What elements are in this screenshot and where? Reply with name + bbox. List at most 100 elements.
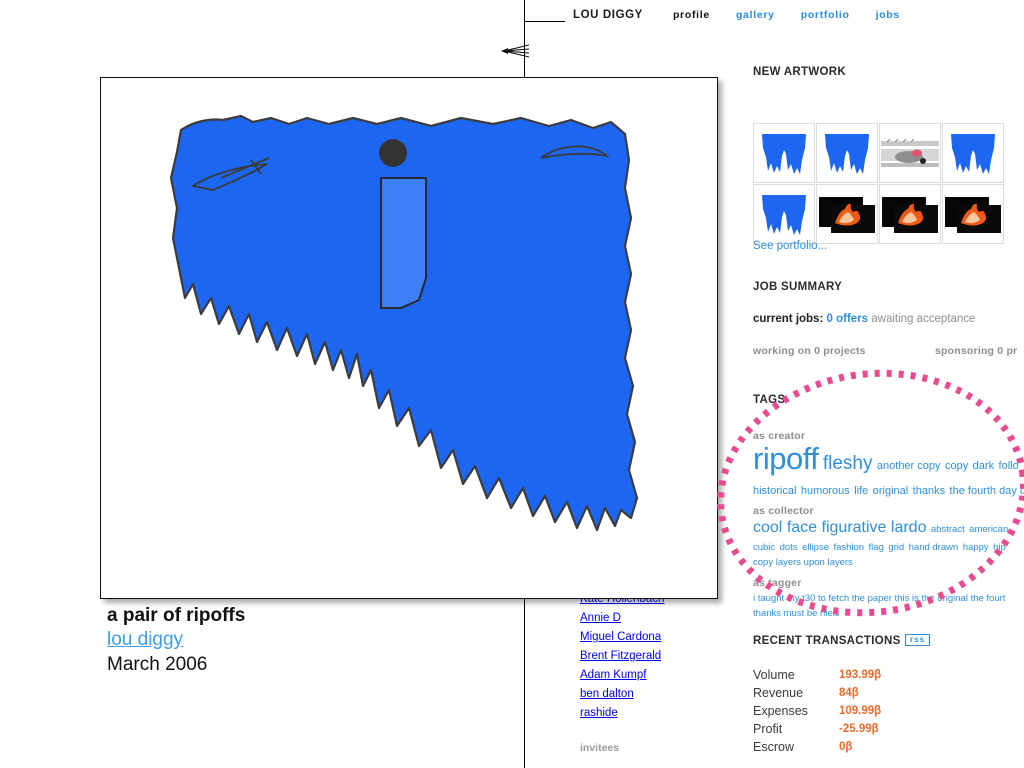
- artwork-author-link[interactable]: lou diggy: [107, 629, 183, 650]
- list-item[interactable]: rashide: [580, 704, 730, 723]
- denim-shorts-artwork: [169, 114, 639, 532]
- tag-ellipse[interactable]: ellipse: [802, 542, 829, 553]
- table-row: Expenses 109.99β: [753, 702, 881, 720]
- tx-value: 193.99β: [839, 669, 882, 681]
- tag-flag[interactable]: flag: [869, 542, 884, 553]
- recent-transactions-heading: RECENT TRANSACTIONS: [753, 635, 901, 647]
- tag-lardo[interactable]: lardo: [891, 519, 927, 536]
- thumbnail-shorts[interactable]: [753, 184, 815, 244]
- tag-figurative[interactable]: figurative: [822, 519, 887, 536]
- tx-label: Volume: [753, 668, 795, 682]
- tx-label: Revenue: [753, 686, 804, 700]
- site-navigation: LOU DIGGY profile gallery portfolio jobs: [565, 6, 1024, 24]
- shorts-button: [379, 139, 407, 167]
- tag-american[interactable]: american: [969, 524, 1008, 535]
- tag-copy-layers[interactable]: copy layers upon layers: [753, 557, 853, 568]
- tx-value: -25.99β: [839, 723, 879, 735]
- tag-group-creator: as creator ripoff fleshy another copy co…: [753, 430, 1024, 499]
- list-item[interactable]: Miguel Cardona: [580, 628, 730, 647]
- tag-line: cubic dots ellipse fashion flag grid han…: [753, 539, 1024, 554]
- tag-cool[interactable]: cool: [753, 519, 782, 536]
- tag-face[interactable]: face: [787, 519, 817, 536]
- tag-happy[interactable]: happy: [963, 542, 989, 553]
- page-title: a pair of ripoffs: [107, 605, 246, 626]
- tag-group-label: as collector: [753, 505, 814, 517]
- tags-heading: TAGS: [753, 394, 786, 406]
- rss-button[interactable]: rss: [905, 634, 931, 646]
- shorts-fly-panel: [380, 177, 427, 309]
- thumbnail-flame[interactable]: [816, 184, 878, 244]
- contributor-list: Kate Hollenbach Annie D Miguel Cardona B…: [580, 590, 730, 758]
- tag-group-tagger: as tagger i taught my t30 to fetch the p…: [753, 577, 1024, 620]
- tag-taught-t30[interactable]: i taught my t30 to fetch the paper this …: [753, 593, 1005, 604]
- tag-fleshy[interactable]: fleshy: [823, 453, 873, 474]
- tag-group-collector: as collector cool face figurative lardo …: [753, 505, 1024, 569]
- tag-fashion[interactable]: fashion: [833, 542, 864, 553]
- awaiting-text: awaiting acceptance: [871, 313, 976, 325]
- tag-group-label: as tagger: [753, 577, 802, 589]
- tag-cubic[interactable]: cubic: [753, 542, 775, 553]
- tag-line: thanks must be niels: [753, 605, 1024, 620]
- tx-value: 109.99β: [839, 705, 882, 717]
- tag-life[interactable]: life: [854, 485, 868, 497]
- tag-copy[interactable]: copy: [945, 460, 968, 472]
- nav-item-profile[interactable]: profile: [673, 9, 710, 21]
- tx-value: 84β: [839, 687, 859, 699]
- tag-dots[interactable]: dots: [780, 542, 798, 553]
- thumbnail-shorts[interactable]: [753, 123, 815, 183]
- list-item[interactable]: Annie D: [580, 609, 730, 628]
- tag-grid[interactable]: grid: [888, 542, 904, 553]
- table-row: Escrow 0β: [753, 738, 881, 756]
- thumbnail-shorts[interactable]: [816, 123, 878, 183]
- tags-section: as creator ripoff fleshy another copy co…: [753, 430, 1024, 620]
- table-row: Revenue 84β: [753, 684, 881, 702]
- invitees-label: invitees: [580, 742, 620, 754]
- tag-another-copy[interactable]: another copy: [877, 460, 941, 472]
- tag-thanks-niels[interactable]: thanks must be niels: [753, 608, 840, 619]
- nav-item-portfolio[interactable]: portfolio: [801, 9, 850, 21]
- tag-ripoff[interactable]: ripoff: [753, 441, 819, 476]
- current-jobs-label: current jobs:: [753, 313, 824, 325]
- see-portfolio-link[interactable]: See portfolio...: [753, 240, 827, 252]
- artwork-window[interactable]: [100, 77, 718, 599]
- new-artwork-heading: NEW ARTWORK: [753, 66, 846, 78]
- tag-humorous[interactable]: humorous: [801, 485, 850, 497]
- list-item[interactable]: ben dalton: [580, 685, 730, 704]
- thumbnail-flame[interactable]: [879, 184, 941, 244]
- tx-label: Escrow: [753, 740, 794, 754]
- thumbnail-shorts[interactable]: [942, 123, 1004, 183]
- transactions-table: Volume 193.99β Revenue 84β Expenses 109.…: [753, 666, 881, 756]
- site-brand: LOU DIGGY: [573, 9, 643, 21]
- current-jobs-line: current jobs: 0 offers awaiting acceptan…: [753, 313, 975, 325]
- tag-hip[interactable]: hip: [993, 542, 1006, 553]
- thumbnail-flame[interactable]: [942, 184, 1004, 244]
- tag-historical[interactable]: historical: [753, 485, 796, 497]
- artwork-thumbnail-grid: [753, 123, 1024, 244]
- tag-hand-drawn[interactable]: hand drawn: [909, 542, 959, 553]
- nav-item-gallery[interactable]: gallery: [736, 9, 775, 21]
- table-row: Volume 193.99β: [753, 666, 881, 684]
- tag-original[interactable]: original: [873, 485, 908, 497]
- list-item[interactable]: Brent Fitzgerald: [580, 647, 730, 666]
- tx-label: Expenses: [753, 704, 808, 718]
- offers-count-value[interactable]: 0 offers: [827, 313, 869, 325]
- tag-abstract[interactable]: abstract: [931, 524, 965, 535]
- tag-follo[interactable]: follo: [999, 460, 1019, 472]
- tag-thanks[interactable]: thanks: [913, 485, 945, 497]
- tx-value: 0β: [839, 741, 853, 753]
- working-on-text: working on 0 projects: [753, 345, 866, 357]
- tag-line: copy layers upon layers: [753, 554, 1024, 569]
- table-row: Profit -25.99β: [753, 720, 881, 738]
- tag-fourth-day[interactable]: the fourth day of ma: [950, 485, 1024, 497]
- artwork-caption: a pair of ripoffs lou diggy March 2006: [107, 604, 527, 678]
- nav-item-jobs[interactable]: jobs: [876, 9, 900, 21]
- tag-line: historical humorous life original thanks…: [753, 482, 1024, 499]
- sponsoring-text: sponsoring 0 pr: [935, 345, 1018, 357]
- thumbnail-photo[interactable]: [879, 123, 941, 183]
- screenshot-canvas: LOU DIGGY profile gallery portfolio jobs…: [0, 0, 1024, 768]
- list-item[interactable]: Adam Kumpf: [580, 666, 730, 685]
- tag-dark[interactable]: dark: [973, 460, 994, 472]
- job-summary-heading: JOB SUMMARY: [753, 281, 843, 293]
- tag-line: cool face figurative lardo abstract amer…: [753, 518, 1024, 539]
- artwork-date: March 2006: [107, 654, 208, 675]
